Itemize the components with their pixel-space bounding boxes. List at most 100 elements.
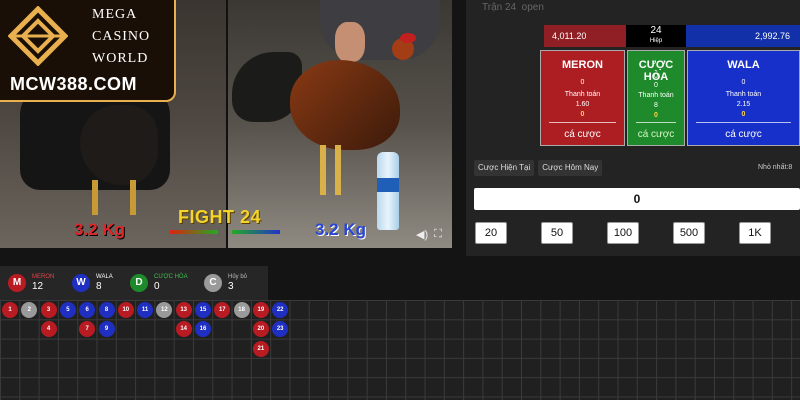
meron-total: 4,011.20: [544, 25, 626, 47]
chip-1k-button[interactable]: 1K: [739, 222, 771, 244]
fullscreen-icon[interactable]: ⛶: [434, 228, 442, 241]
tab-today-bets[interactable]: Cược Hôm Nay: [538, 160, 603, 176]
stat-draw: D CƯỢC HÒA 0: [130, 273, 188, 292]
bet-wala-payout: 2.15: [736, 101, 751, 108]
stat-draw-value: 0: [154, 281, 160, 292]
history-result: 6: [79, 302, 96, 318]
rooster-meron: [80, 105, 158, 185]
results-history-grid: 1 2 3 4 5 6 7 8 9 10 11 12 13 14 15 16 17 18 19 20 21 22 23: [0, 300, 800, 400]
game-screen: 3.2 Kg FIGHT 24 3.2 Kg ◀) ⛶ MEGA CASINO …: [0, 0, 800, 400]
logo-text-casino: CASINO: [92, 29, 151, 44]
stat-draw-badge: D: [130, 273, 148, 292]
bet-draw-payout: 8: [654, 102, 658, 109]
history-result: 2: [21, 302, 38, 318]
bottle-label: [377, 178, 399, 192]
round-number: 24: [650, 25, 662, 36]
stat-wala: W WALA 8: [72, 273, 113, 292]
bet-wala-count: 0: [741, 79, 746, 86]
history-result: 12: [156, 302, 173, 318]
bet-meron-button[interactable]: MERON 0 Thanh toán 1.60 0 cá cược: [540, 50, 625, 146]
history-result: 8: [98, 302, 115, 318]
handler-hand: [335, 22, 365, 62]
stat-meron-value: 12: [32, 281, 44, 292]
min-bet-label: Nhỏ nhất:8: [758, 164, 793, 171]
score-row: 4,011.20 24 Hiệp 2,992.76: [544, 25, 800, 47]
history-result: 1: [2, 302, 18, 318]
bet-wala-amount: 0: [741, 111, 746, 118]
bet-wala-title: WALA: [727, 59, 760, 71]
bet-meron-count: 0: [580, 79, 585, 86]
logo-text-world: WORLD: [92, 51, 149, 66]
stat-meron: M MERON 12: [8, 273, 54, 292]
round-counter: 24 Hiệp: [626, 25, 686, 47]
history-result: 23: [272, 321, 289, 338]
round-text: Trận 24: [482, 2, 517, 13]
rooster-leg: [320, 145, 326, 195]
logo-text-mega: MEGA: [92, 7, 138, 22]
round-status: open: [521, 2, 544, 13]
fight-number: FIGHT 24: [178, 207, 262, 227]
chip-100-button[interactable]: 100: [607, 222, 639, 244]
bet-draw-payout-label: Thanh toán: [638, 92, 674, 99]
logo-emblem-icon: [8, 6, 68, 66]
stat-cancel-label: Hủy bỏ: [228, 274, 248, 280]
separator: [636, 122, 676, 123]
stat-cancel: C Hủy bỏ 3: [204, 273, 247, 292]
rooster-leg: [335, 145, 341, 195]
logo-site-name: MCW388.COM: [10, 74, 138, 94]
stat-meron-badge: M: [8, 273, 26, 292]
history-result: 13: [175, 302, 192, 318]
history-result: 5: [59, 302, 76, 318]
betting-panel: Trận 24 open 4,011.20 24 Hiệp 2,992.76 M…: [466, 0, 800, 256]
rooster-leg: [130, 180, 136, 215]
wala-total: 2,992.76: [686, 25, 800, 47]
history-result: 10: [117, 302, 134, 318]
history-result: 9: [98, 321, 115, 338]
history-result: 3: [40, 302, 57, 318]
tab-current-bets[interactable]: Cược Hiện Tại: [474, 160, 535, 176]
fight-bar-right: [232, 230, 280, 234]
bet-meron-payout-label: Thanh toán: [564, 91, 601, 98]
bet-meron-cta: cá cược: [564, 129, 601, 140]
history-result: 11: [137, 302, 154, 318]
bet-wala-payout-label: Thanh toán: [725, 91, 762, 98]
stat-cancel-badge: C: [204, 273, 222, 292]
chip-20-button[interactable]: 20: [475, 222, 507, 244]
history-result: 19: [252, 302, 269, 318]
bet-draw-amount: 0: [654, 112, 658, 119]
history-result: 20: [252, 321, 269, 338]
stat-meron-label: MERON: [32, 274, 55, 280]
history-result: 15: [195, 302, 211, 318]
separator: [549, 122, 616, 123]
round-status-line: Trận 24 open: [482, 2, 544, 13]
bet-draw-count: 0: [654, 73, 658, 80]
bet-draw-cta: cá cược: [637, 129, 675, 140]
chip-50-button[interactable]: 50: [541, 222, 573, 244]
bet-meron-title: MERON: [562, 59, 603, 71]
meron-weight: 3.2 Kg: [74, 220, 126, 239]
history-result: 4: [40, 321, 57, 338]
bet-draw-button[interactable]: CƯỢC HÒA 0 0 Thanh toán 8 0 cá cược: [627, 50, 685, 146]
bet-meron-amount: 0: [580, 111, 585, 118]
history-result: 22: [272, 302, 289, 318]
bet-wala-cta: cá cược: [725, 129, 762, 140]
round-label: Hiệp: [649, 38, 663, 44]
video-controls: ◀) ⛶: [416, 228, 442, 241]
stat-wala-label: WALA: [96, 274, 113, 280]
rooster-leg: [92, 180, 98, 215]
chip-500-button[interactable]: 500: [673, 222, 705, 244]
history-result: 16: [195, 321, 211, 338]
history-result: 21: [252, 340, 269, 357]
bet-amount-input[interactable]: 0: [474, 188, 800, 210]
stat-wala-value: 8: [96, 281, 102, 292]
history-result: 18: [233, 302, 250, 318]
stat-draw-label: CƯỢC HÒA: [154, 274, 188, 280]
bet-meron-payout: 1.60: [575, 101, 590, 108]
history-result: 14: [175, 321, 192, 338]
bet-wala-button[interactable]: WALA 0 Thanh toán 2.15 0 cá cược: [687, 50, 800, 146]
volume-icon[interactable]: ◀): [416, 228, 428, 241]
results-summary: M MERON 12 W WALA 8 D CƯỢC HÒA 0 C Hủy b…: [0, 266, 268, 300]
history-result: 17: [214, 302, 231, 318]
brand-logo[interactable]: MEGA CASINO WORLD MCW388.COM: [0, 0, 176, 102]
separator: [696, 122, 791, 123]
